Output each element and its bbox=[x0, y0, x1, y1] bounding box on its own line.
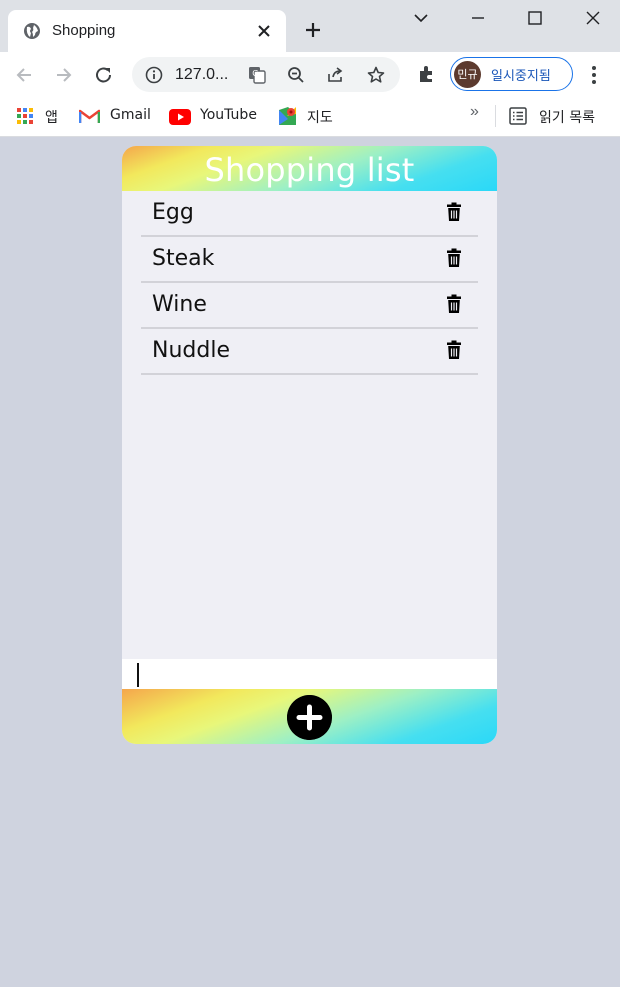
new-tab-icon[interactable] bbox=[303, 20, 323, 40]
zoom-out-icon[interactable] bbox=[286, 65, 306, 85]
browser-tab[interactable]: Shopping bbox=[8, 10, 286, 52]
info-icon[interactable] bbox=[145, 66, 163, 84]
bookmark-star-icon[interactable] bbox=[366, 65, 386, 85]
bookmark-gmail[interactable]: Gmail bbox=[79, 105, 154, 127]
reading-list-button[interactable]: 읽기 목록 bbox=[509, 105, 609, 127]
text-caret bbox=[137, 663, 139, 687]
extensions-icon[interactable] bbox=[416, 63, 438, 85]
list-item: Nuddle bbox=[141, 329, 478, 375]
shopping-list-card: Shopping list Egg Steak Wine Nuddle bbox=[122, 146, 497, 744]
browser-toolbar: 127.0... G 민규 일시중지됨 bbox=[0, 52, 620, 97]
tab-search-icon[interactable] bbox=[411, 8, 431, 28]
apps-grid-icon bbox=[17, 108, 33, 124]
svg-text:G: G bbox=[252, 69, 258, 78]
translate-icon[interactable]: G bbox=[247, 65, 267, 85]
bookmark-separator bbox=[495, 105, 496, 127]
youtube-icon bbox=[169, 109, 191, 125]
bookmark-apps[interactable]: 앱 bbox=[16, 105, 66, 127]
tab-strip: Shopping bbox=[0, 0, 620, 52]
item-name: Wine bbox=[152, 292, 207, 317]
bookmark-youtube[interactable]: YouTube bbox=[169, 105, 264, 127]
back-icon[interactable] bbox=[13, 64, 35, 86]
more-menu-icon[interactable] bbox=[584, 64, 604, 86]
profile-button[interactable]: 민규 일시중지됨 bbox=[450, 57, 573, 91]
trash-icon[interactable] bbox=[446, 294, 462, 314]
more-bookmarks-button[interactable]: » bbox=[470, 103, 479, 121]
bookmark-maps[interactable]: 지도 bbox=[278, 105, 343, 127]
list-item: Wine bbox=[141, 283, 478, 329]
bookmark-maps-label: 지도 bbox=[307, 110, 333, 126]
tab-title: Shopping bbox=[52, 22, 116, 39]
page-title: Shopping list bbox=[204, 151, 415, 189]
item-name: Nuddle bbox=[152, 338, 230, 363]
maps-icon bbox=[279, 107, 296, 125]
share-icon[interactable] bbox=[326, 65, 346, 85]
reading-list-icon bbox=[509, 107, 527, 125]
close-window-icon[interactable] bbox=[583, 8, 603, 28]
avatar: 민규 bbox=[454, 61, 481, 88]
gmail-icon bbox=[79, 109, 100, 123]
bookmark-youtube-label: YouTube bbox=[200, 107, 257, 123]
add-item-button[interactable] bbox=[287, 695, 332, 740]
app-header: Shopping list bbox=[122, 146, 497, 191]
bookmark-gmail-label: Gmail bbox=[110, 107, 151, 123]
url-text: 127.0... bbox=[175, 66, 229, 83]
bookmarks-bar: 앱 Gmail YouTube 지도 » 읽기 목록 bbox=[0, 97, 620, 137]
globe-icon bbox=[24, 23, 40, 39]
new-item-row bbox=[122, 659, 497, 689]
trash-icon[interactable] bbox=[446, 340, 462, 360]
item-name: Steak bbox=[152, 246, 215, 271]
list-item: Steak bbox=[141, 237, 478, 283]
bookmark-apps-label: 앱 bbox=[45, 110, 58, 126]
address-bar[interactable]: 127.0... G bbox=[132, 57, 400, 92]
profile-status: 일시중지됨 bbox=[491, 69, 551, 84]
trash-icon[interactable] bbox=[446, 202, 462, 222]
reading-list-label: 읽기 목록 bbox=[539, 110, 595, 126]
list-item: Egg bbox=[141, 191, 478, 237]
new-item-input[interactable] bbox=[122, 659, 497, 689]
maximize-icon[interactable] bbox=[525, 8, 545, 28]
app-footer bbox=[122, 689, 497, 744]
reload-icon[interactable] bbox=[93, 64, 115, 86]
minimize-icon[interactable] bbox=[468, 8, 488, 28]
item-name: Egg bbox=[152, 200, 194, 225]
close-tab-icon[interactable] bbox=[254, 21, 274, 41]
trash-icon[interactable] bbox=[446, 248, 462, 268]
forward-icon[interactable] bbox=[53, 64, 75, 86]
